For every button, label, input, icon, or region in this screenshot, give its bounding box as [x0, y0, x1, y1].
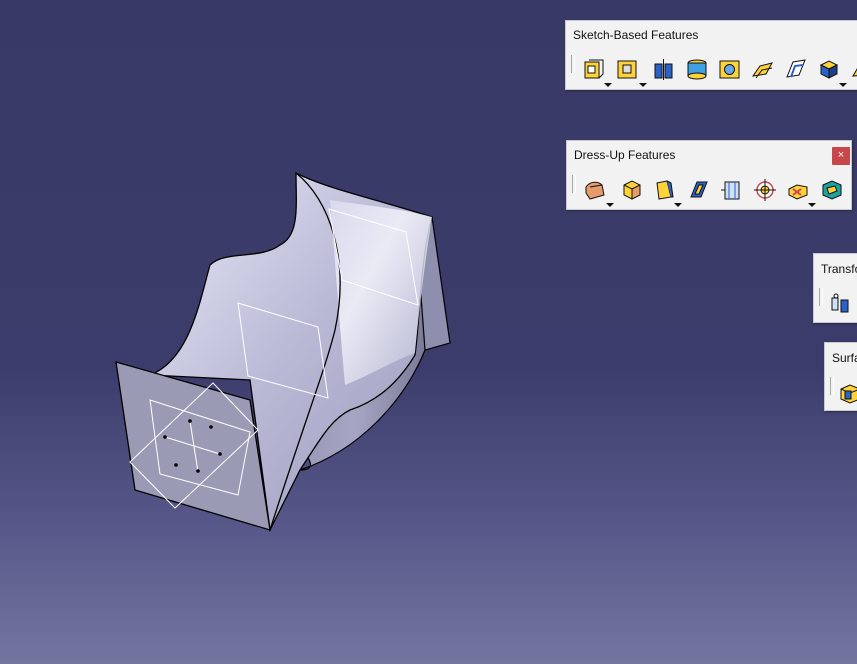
- dropdown-arrow[interactable]: [606, 203, 614, 207]
- toolbar-grip[interactable]: [571, 55, 575, 73]
- pad-icon[interactable]: [581, 56, 607, 82]
- translation-icon[interactable]: [828, 290, 854, 316]
- toolbar-grip[interactable]: [830, 377, 834, 395]
- removed-multi-sections-icon[interactable]: [850, 56, 857, 82]
- chamfer-icon[interactable]: [618, 177, 644, 203]
- close-button[interactable]: ×: [832, 147, 850, 165]
- rib-icon[interactable]: [750, 56, 776, 82]
- shaft-icon[interactable]: [651, 56, 677, 82]
- replace-face-icon[interactable]: [819, 177, 845, 203]
- toolbar-grip[interactable]: [819, 288, 823, 306]
- toolbar-title: Sketch-Based Features: [573, 28, 699, 42]
- dropdown-arrow[interactable]: [674, 203, 682, 207]
- hole-icon[interactable]: [717, 56, 743, 82]
- multi-sections-solid-icon[interactable]: [816, 56, 842, 82]
- split-icon[interactable]: [838, 379, 857, 405]
- toolbar-title: Transfo: [821, 262, 857, 276]
- transformation-features-toolbar[interactable]: Transfo: [813, 253, 857, 323]
- dropdown-arrow[interactable]: [604, 83, 612, 87]
- draft-icon[interactable]: [651, 177, 677, 203]
- dropdown-arrow[interactable]: [639, 83, 647, 87]
- edge-fillet-icon[interactable]: [582, 177, 608, 203]
- groove-icon[interactable]: [684, 56, 710, 82]
- thread-icon[interactable]: [752, 177, 778, 203]
- dropdown-arrow[interactable]: [808, 203, 816, 207]
- dropdown-arrow[interactable]: [839, 83, 847, 87]
- dress-up-features-toolbar[interactable]: Dress-Up Features ×: [566, 140, 852, 210]
- toolbar-title: Dress-Up Features: [574, 148, 676, 162]
- toolbar-grip[interactable]: [572, 175, 576, 193]
- remove-face-icon[interactable]: [785, 177, 811, 203]
- part-model[interactable]: [0, 0, 857, 664]
- thickness-icon[interactable]: [719, 177, 745, 203]
- shell-icon[interactable]: [686, 177, 712, 203]
- 3d-viewport[interactable]: [0, 0, 857, 664]
- sketch-based-features-toolbar[interactable]: Sketch-Based Features: [565, 20, 857, 90]
- slot-icon[interactable]: [783, 56, 809, 82]
- toolbar-title: Surfa: [832, 351, 857, 365]
- surface-based-features-toolbar[interactable]: Surfa: [824, 342, 857, 411]
- pocket-icon[interactable]: [615, 56, 641, 82]
